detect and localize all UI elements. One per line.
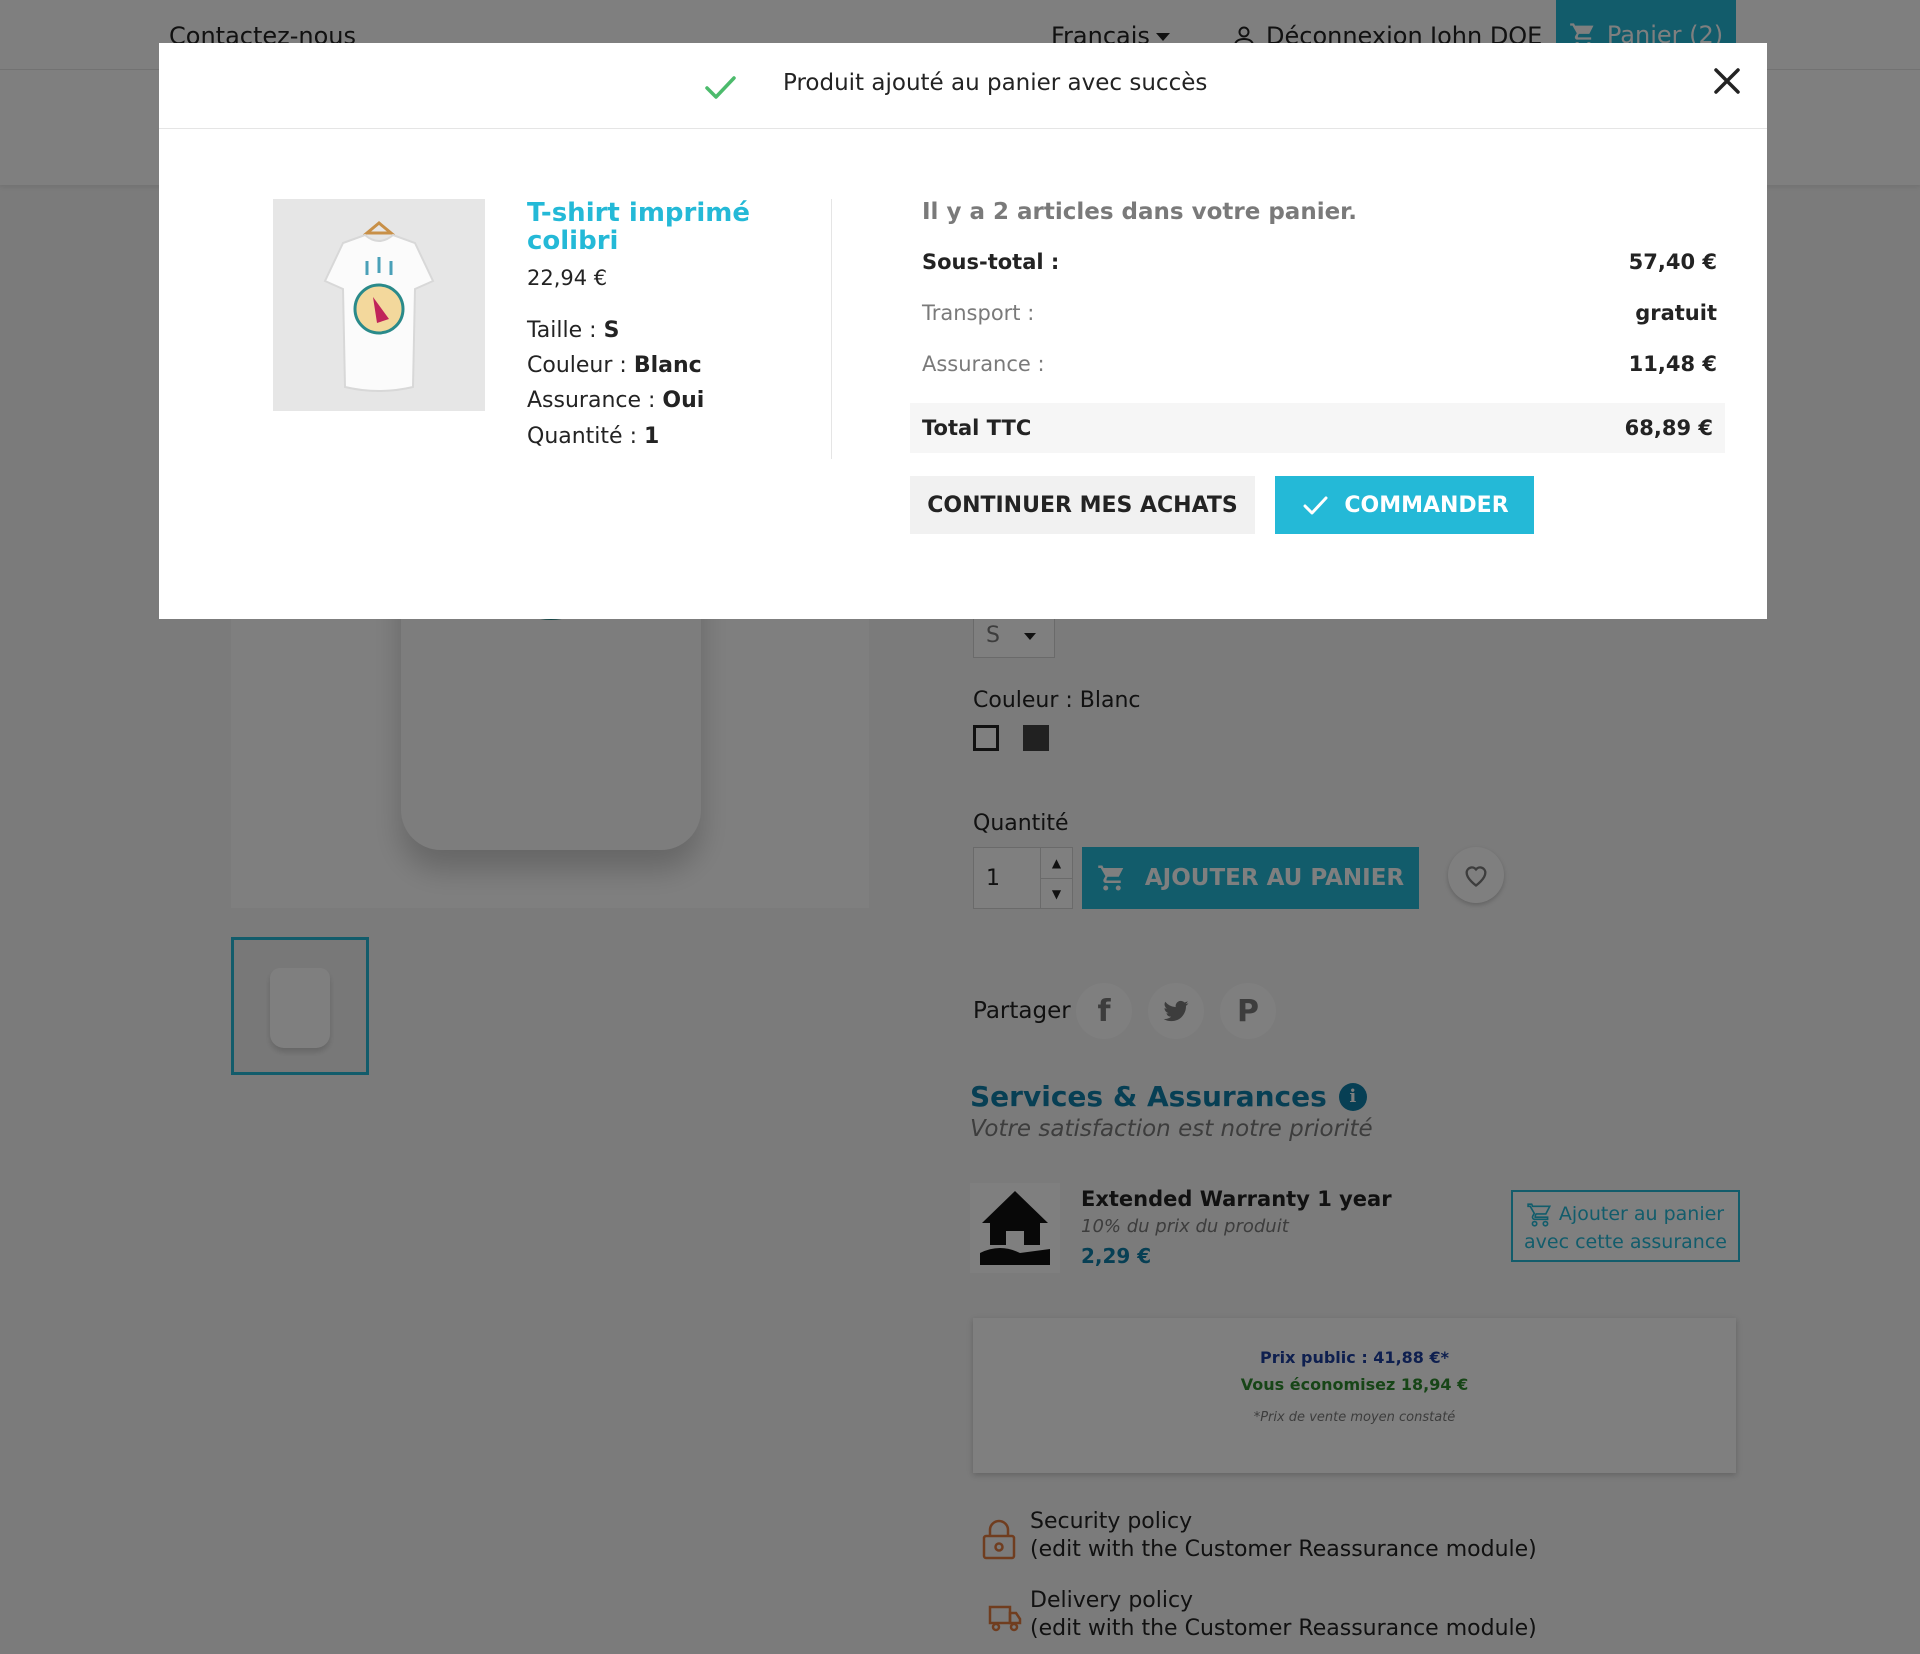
attribute-size: Taille : S [527,318,619,343]
cart-count-text: Il y a 2 articles dans votre panier. [922,199,1357,225]
attribute-value: 1 [643,424,660,449]
attribute-value: Oui [662,388,705,413]
attribute-label: Assurance : [527,388,663,413]
divider [831,199,832,459]
attribute-insurance: Assurance : Oui [527,388,704,413]
add-to-cart-modal: Produit ajouté au panier avec succès T-s… [159,43,1767,619]
attribute-value: Blanc [633,353,702,378]
insurance-label: Assurance : [922,352,1045,376]
shipping-label: Transport : [922,301,1035,325]
subtotal-row: Sous-total : 57,40 € [922,250,1717,274]
continue-shopping-button[interactable]: CONTINUER MES ACHATS [910,476,1255,534]
modal-title: Produit ajouté au panier avec succès [783,70,1208,96]
attribute-value: S [603,318,620,343]
subtotal-label: Sous-total : [922,250,1060,274]
checkout-button[interactable]: COMMANDER [1275,476,1534,534]
attribute-label: Quantité : [527,424,644,449]
insurance-value: 11,48 € [1628,352,1717,376]
product-image [273,199,485,411]
product-price: 22,94 € [527,266,608,290]
insurance-row: Assurance : 11,48 € [922,352,1717,376]
subtotal-value: 57,40 € [1628,250,1717,274]
product-name[interactable]: T-shirt imprimé colibri [527,199,787,255]
checkout-label: COMMANDER [1344,492,1509,518]
close-icon[interactable] [1709,63,1745,99]
attribute-label: Taille : [527,318,604,343]
shipping-value: gratuit [1635,301,1717,325]
attribute-color: Couleur : Blanc [527,353,702,378]
total-row: Total TTC 68,89 € [910,403,1725,453]
total-value: 68,89 € [1624,416,1713,440]
attribute-quantity: Quantité : 1 [527,424,659,449]
continue-shopping-label: CONTINUER MES ACHATS [927,492,1238,518]
attribute-label: Couleur : [527,353,634,378]
total-label: Total TTC [922,416,1032,440]
check-icon [705,76,736,99]
check-icon [1303,496,1328,515]
modal-header: Produit ajouté au panier avec succès [159,43,1767,129]
tshirt-image [323,221,435,392]
shipping-row: Transport : gratuit [922,301,1717,325]
